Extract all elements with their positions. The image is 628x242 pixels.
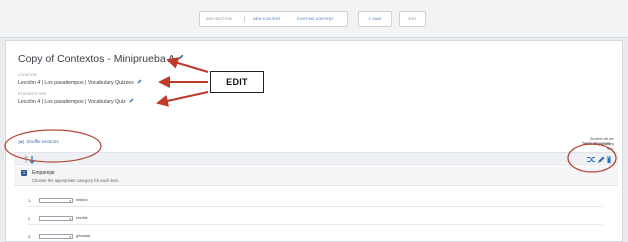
question-header: 1 Emparejar Choose the appropriate categ… — [14, 167, 618, 186]
check-icon: ✔ — [368, 17, 372, 21]
item-word: béisbol — [76, 198, 88, 202]
category-select[interactable]: ▾ — [39, 198, 73, 203]
assessment-card: Copy of Contextos - Miniprueba A LOCATIO… — [5, 40, 623, 242]
chevron-down-icon: ▾ — [69, 235, 71, 239]
save-button[interactable]: ✔ SAVE — [358, 11, 392, 27]
save-button-label: SAVE — [372, 17, 382, 21]
pencil-icon[interactable] — [598, 156, 605, 164]
edit-callout-label: EDIT — [210, 71, 264, 93]
location-value-row: Lección 4 | Los pasatiempos | Vocabulary… — [18, 79, 142, 86]
new-content-button[interactable]: NEW CONTENT — [253, 12, 281, 26]
students-see-value: Lección 4 | Los pasatiempos | Vocabulary… — [18, 99, 126, 105]
shuffle-icon[interactable] — [587, 157, 595, 162]
students-see-value-row: Lección 4 | Los pasatiempos | Vocabulary… — [18, 98, 134, 105]
shuffle-sections-link[interactable]: Shuffle sections — [18, 139, 59, 144]
row-divider — [28, 224, 602, 225]
category-select[interactable]: ▾ — [39, 234, 73, 239]
toolbar-divider — [244, 16, 245, 22]
students-see-label: STUDENTS SEE — [18, 92, 47, 96]
assessment-title-row: Copy of Contextos - Miniprueba A — [18, 53, 184, 65]
question-number-badge: 1 — [21, 170, 27, 176]
list-item: 3. ▾ gimnasio — [28, 233, 602, 241]
section-header-bar — [14, 152, 618, 166]
row-divider — [28, 206, 602, 207]
chevron-down-icon: ▾ — [69, 199, 71, 203]
existing-content-button[interactable]: EXISTING CONTENT — [297, 12, 334, 26]
location-value: Lección 4 | Los pasatiempos | Vocabulary… — [18, 80, 134, 86]
item-number: 3. — [28, 234, 32, 239]
shuffle-sections-label: Shuffle sections — [26, 139, 59, 144]
trash-icon[interactable] — [607, 156, 611, 164]
item-number: 1. — [28, 198, 32, 203]
chevron-down-icon: ▾ — [69, 217, 71, 221]
item-number: 2. — [28, 216, 32, 221]
pencil-icon[interactable] — [129, 98, 134, 103]
section-tools — [587, 156, 611, 164]
exit-button[interactable]: EXIT — [399, 11, 426, 27]
item-word: gimnasio — [76, 234, 91, 238]
item-word: escribir — [76, 216, 88, 220]
pencil-icon[interactable] — [137, 79, 142, 84]
shuffle-icon — [18, 139, 24, 144]
content-button-group: ADD SECTION NEW CONTENT EXISTING CONTENT — [199, 11, 348, 27]
collapse-arrows-icon[interactable] — [23, 155, 35, 164]
total-points: Total: 40 points — [581, 141, 610, 146]
assessment-title: Copy of Contextos - Miniprueba A — [18, 53, 175, 65]
question-instructions: Choose the appropriate category for each… — [32, 178, 120, 183]
list-item: 1. ▾ béisbol — [28, 197, 602, 207]
location-label: LOCATION — [18, 73, 37, 77]
category-select[interactable]: ▾ — [39, 216, 73, 221]
list-item: 2. ▾ escribir — [28, 215, 602, 225]
pencil-icon[interactable] — [178, 54, 184, 60]
add-section-button[interactable]: ADD SECTION — [206, 12, 232, 26]
top-toolbar: ADD SECTION NEW CONTENT EXISTING CONTENT… — [0, 0, 628, 38]
question-title: Emparejar — [32, 170, 56, 176]
